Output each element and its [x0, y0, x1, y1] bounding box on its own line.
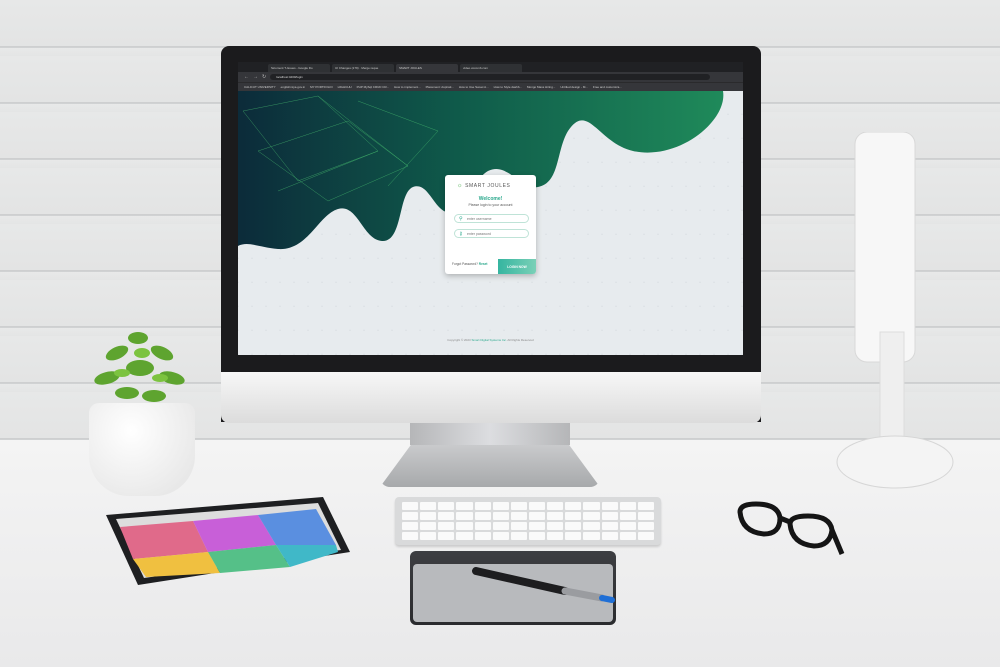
keyboard: [395, 497, 661, 545]
monitor-stand-neck: [410, 423, 570, 445]
reset-link[interactable]: Reset: [479, 262, 488, 266]
bookmark-item[interactable]: Untitled design - M...: [560, 85, 588, 89]
key-icon: ⚷: [459, 231, 463, 237]
bookmark-item[interactable]: Free and customiza...: [593, 85, 622, 89]
login-page: ☼ SMART JOULES Welcome! Please login to …: [238, 91, 743, 355]
bookmark-item[interactable]: HIGHCHU: [338, 85, 352, 89]
browser-tab[interactable]: UI Changes (179) · Merge reque: [332, 64, 394, 72]
bookmark-item[interactable]: How to Style dashb...: [494, 85, 522, 89]
brand-logo: ☼ SMART JOULES: [457, 183, 511, 189]
monitor-stand-foot: [380, 445, 600, 487]
bookmark-item[interactable]: englishmiya.gov.in: [281, 85, 305, 89]
user-icon: ⚲: [459, 216, 463, 222]
bookmark-item[interactable]: Mongo Mass Hiring...: [527, 85, 555, 89]
screen: Sicoment T-Issues - Google Do UI Changes…: [238, 62, 743, 355]
plant-pot: [89, 403, 195, 496]
browser-tab-active[interactable]: SMART JOULES: [396, 64, 458, 72]
monitor-chin: [221, 372, 761, 423]
browser-tab[interactable]: Sicoment T-Issues - Google Do: [268, 64, 330, 72]
login-subtitle: Please login to your account: [468, 203, 513, 207]
tablet-color-palette: [106, 497, 350, 585]
forward-icon[interactable]: →: [253, 74, 258, 80]
username-input[interactable]: ⚲ enter username: [454, 214, 529, 223]
bookmark-item[interactable]: How to implement...: [394, 85, 421, 89]
login-card: ☼ SMART JOULES Welcome! Please login to …: [445, 175, 536, 274]
password-input[interactable]: ⚷ enter password: [454, 229, 529, 238]
bookmark-item[interactable]: MY PORTFOLIO: [310, 85, 333, 89]
bookmark-item[interactable]: PHP MySql CRUD CR...: [357, 85, 389, 89]
address-bar[interactable]: localhost:4200/login: [270, 74, 711, 80]
browser-tab-bar: Sicoment T-Issues - Google Do UI Changes…: [238, 62, 743, 72]
browser-toolbar: ← → ↻ localhost:4200/login: [238, 72, 743, 82]
desk-lamp: [836, 132, 954, 489]
bookmarks-bar: CALICUT UNIVERSITY englishmiya.gov.in MY…: [238, 82, 743, 91]
eyeglasses: [737, 501, 845, 555]
reload-icon[interactable]: ↻: [262, 74, 266, 80]
welcome-heading: Welcome!: [478, 196, 503, 202]
forgot-password-row: Forgot Password? Reset: [452, 262, 488, 266]
bookmark-item[interactable]: How to Use Sweet A...: [459, 85, 489, 89]
login-button[interactable]: LOGIN NOW: [498, 259, 536, 274]
back-icon[interactable]: ←: [244, 74, 249, 80]
bookmark-item[interactable]: CALICUT UNIVERSITY: [244, 85, 276, 89]
stylus-pen: [472, 567, 615, 603]
bookmark-item[interactable]: Placement: Aspirati...: [426, 85, 454, 89]
browser-tab[interactable]: video.vocomb.com: [460, 64, 522, 72]
copyright-footer: Copyright © 2023 Smart Digital Systems I…: [447, 338, 534, 342]
